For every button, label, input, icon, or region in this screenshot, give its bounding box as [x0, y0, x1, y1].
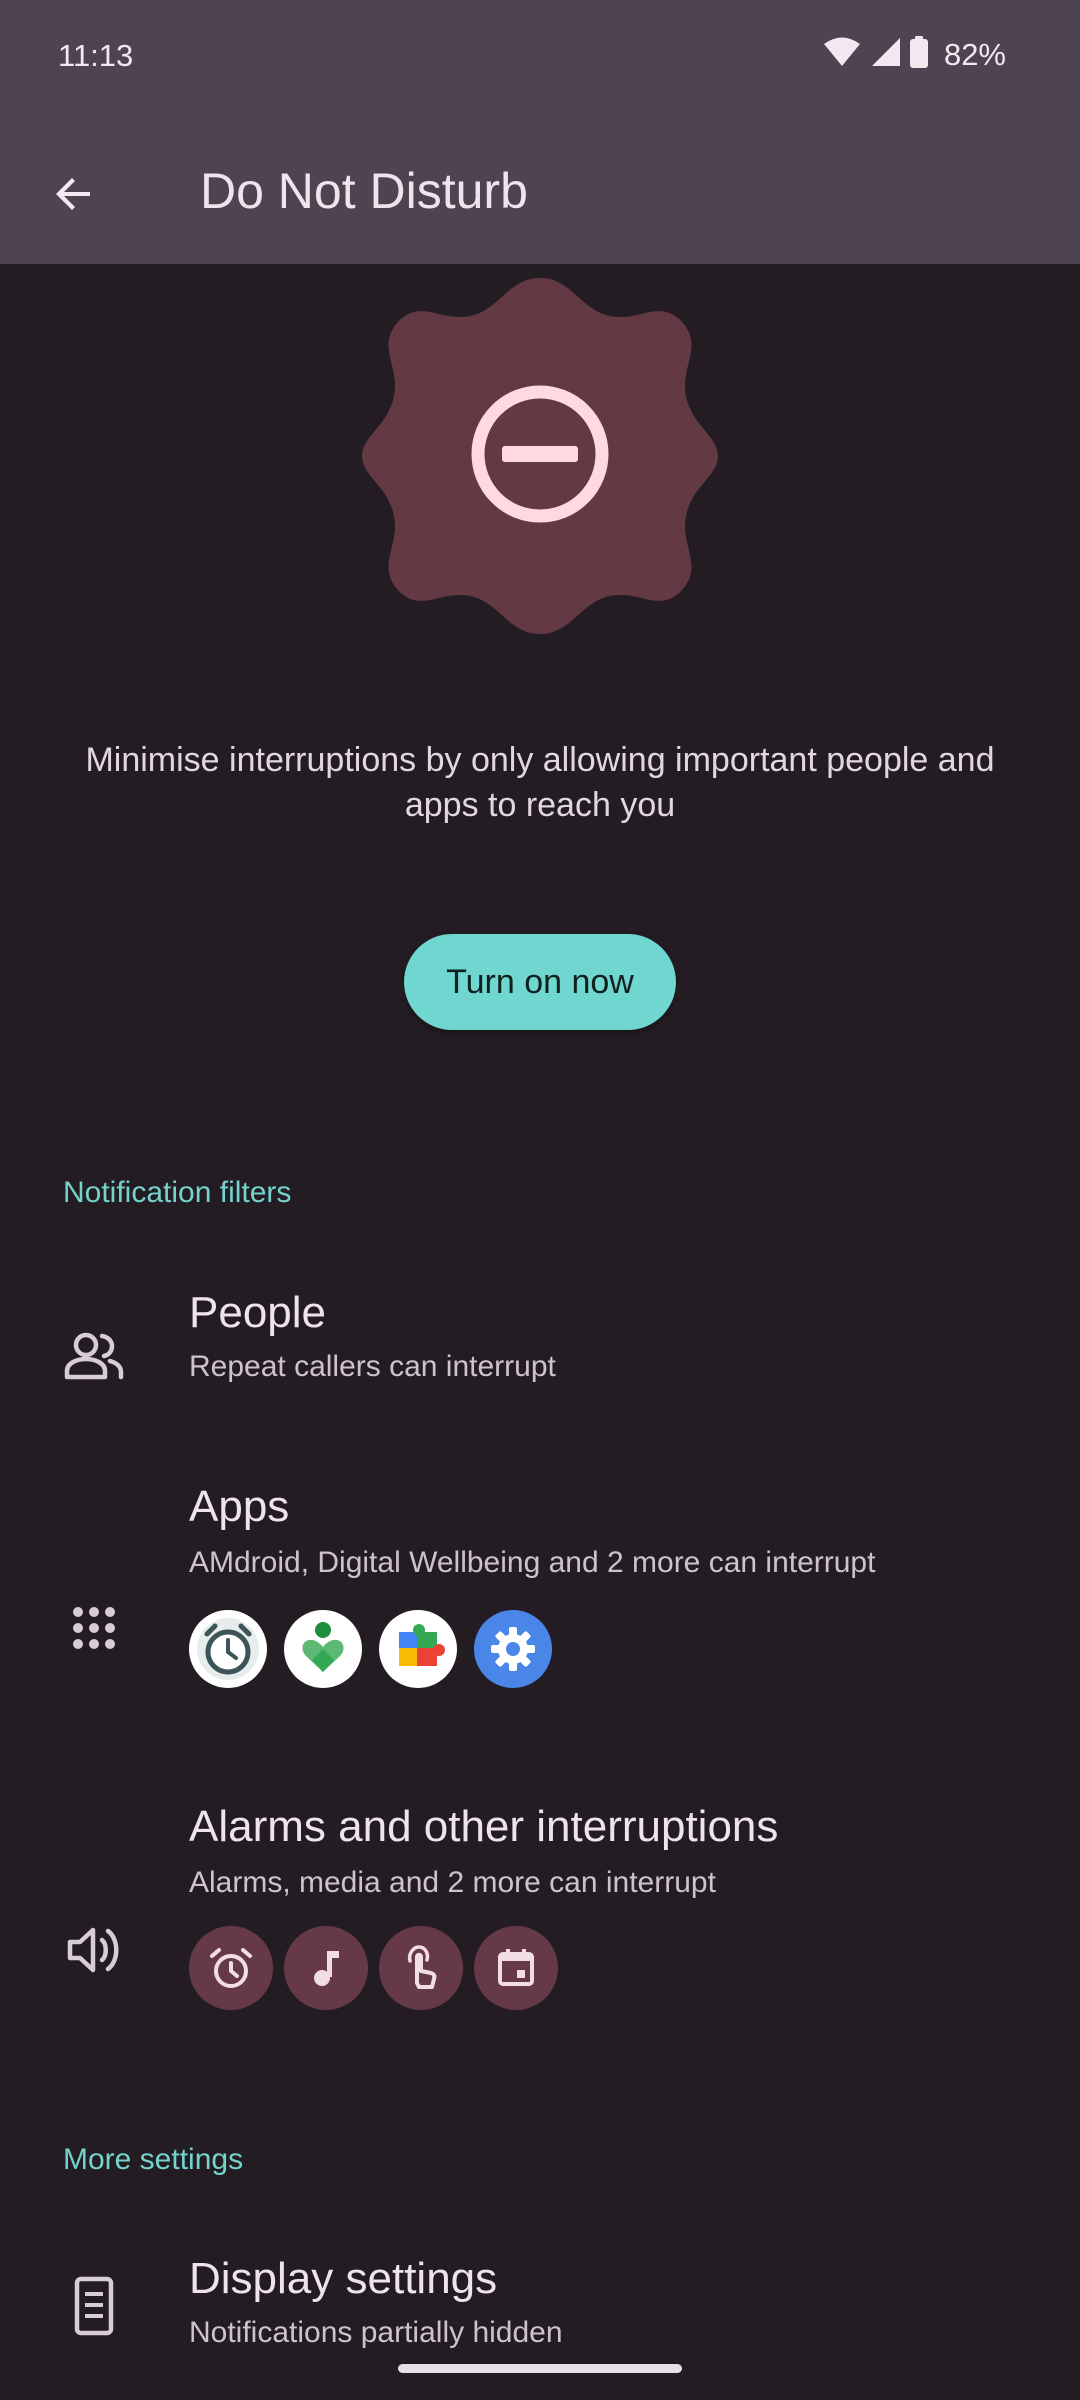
status-time: 11:13 — [58, 38, 134, 73]
wifi-icon — [823, 37, 860, 72]
settings-app-icon — [474, 1610, 552, 1688]
screen: 11:13 82% Do Not Disturb Minimise interr… — [0, 0, 1080, 2400]
apps-subtitle: AMdroid, Digital Wellbeing and 2 more ca… — [189, 1546, 876, 1579]
status-bar: 11:13 82% — [0, 0, 1080, 118]
battery-icon — [909, 36, 928, 73]
people-title: People — [189, 1288, 327, 1337]
display-settings-title: Display settings — [189, 2254, 498, 2303]
people-row[interactable]: People Repeat callers can interrupt — [0, 1270, 1080, 1430]
display-settings-subtitle: Notifications partially hidden — [189, 2316, 563, 2349]
display-icon — [58, 2270, 130, 2342]
volume-icon — [58, 1914, 130, 1986]
turn-on-now-button[interactable]: Turn on now — [404, 934, 676, 1030]
page-title: Do Not Disturb — [200, 163, 528, 219]
touch-icon — [379, 1926, 463, 2010]
hero-description: Minimise interruptions by only allowing … — [85, 741, 995, 824]
people-subtitle: Repeat callers can interrupt — [189, 1350, 556, 1383]
digital-wellbeing-app-icon — [284, 1610, 362, 1688]
display-settings-row[interactable]: Display settings Notifications partially… — [0, 2240, 1080, 2364]
event-icon — [474, 1926, 558, 2010]
status-icons: 82% — [823, 36, 1006, 73]
more-settings-header: More settings — [63, 2143, 244, 2176]
arrow-back-icon — [50, 170, 98, 223]
apps-title: Apps — [189, 1482, 290, 1531]
do-not-disturb-badge — [360, 276, 720, 636]
notification-filters-header: Notification filters — [63, 1176, 292, 1209]
google-play-services-app-icon — [379, 1610, 457, 1688]
back-button[interactable] — [34, 156, 114, 236]
apps-icon-row — [189, 1610, 552, 1688]
alarms-subtitle: Alarms, media and 2 more can interrupt — [189, 1866, 716, 1899]
do-not-disturb-icon — [362, 278, 718, 634]
amdroid-app-icon — [189, 1610, 267, 1688]
battery-percent: 82% — [943, 36, 1006, 72]
apps-row[interactable]: Apps AMdroid, Digital Wellbeing and 2 mo… — [0, 1470, 1080, 1700]
app-bar: Do Not Disturb — [0, 118, 1080, 264]
music-note-icon — [284, 1926, 368, 2010]
alarm-icon — [189, 1926, 273, 2010]
alarms-interruptions-row[interactable]: Alarms and other interruptions Alarms, m… — [0, 1792, 1080, 2022]
apps-grid-icon — [58, 1592, 130, 1664]
navigation-handle[interactable] — [398, 2364, 682, 2373]
alarms-category-row — [189, 1926, 558, 2010]
people-icon — [58, 1320, 130, 1392]
alarms-title: Alarms and other interruptions — [189, 1802, 779, 1851]
signal-icon — [870, 37, 900, 72]
